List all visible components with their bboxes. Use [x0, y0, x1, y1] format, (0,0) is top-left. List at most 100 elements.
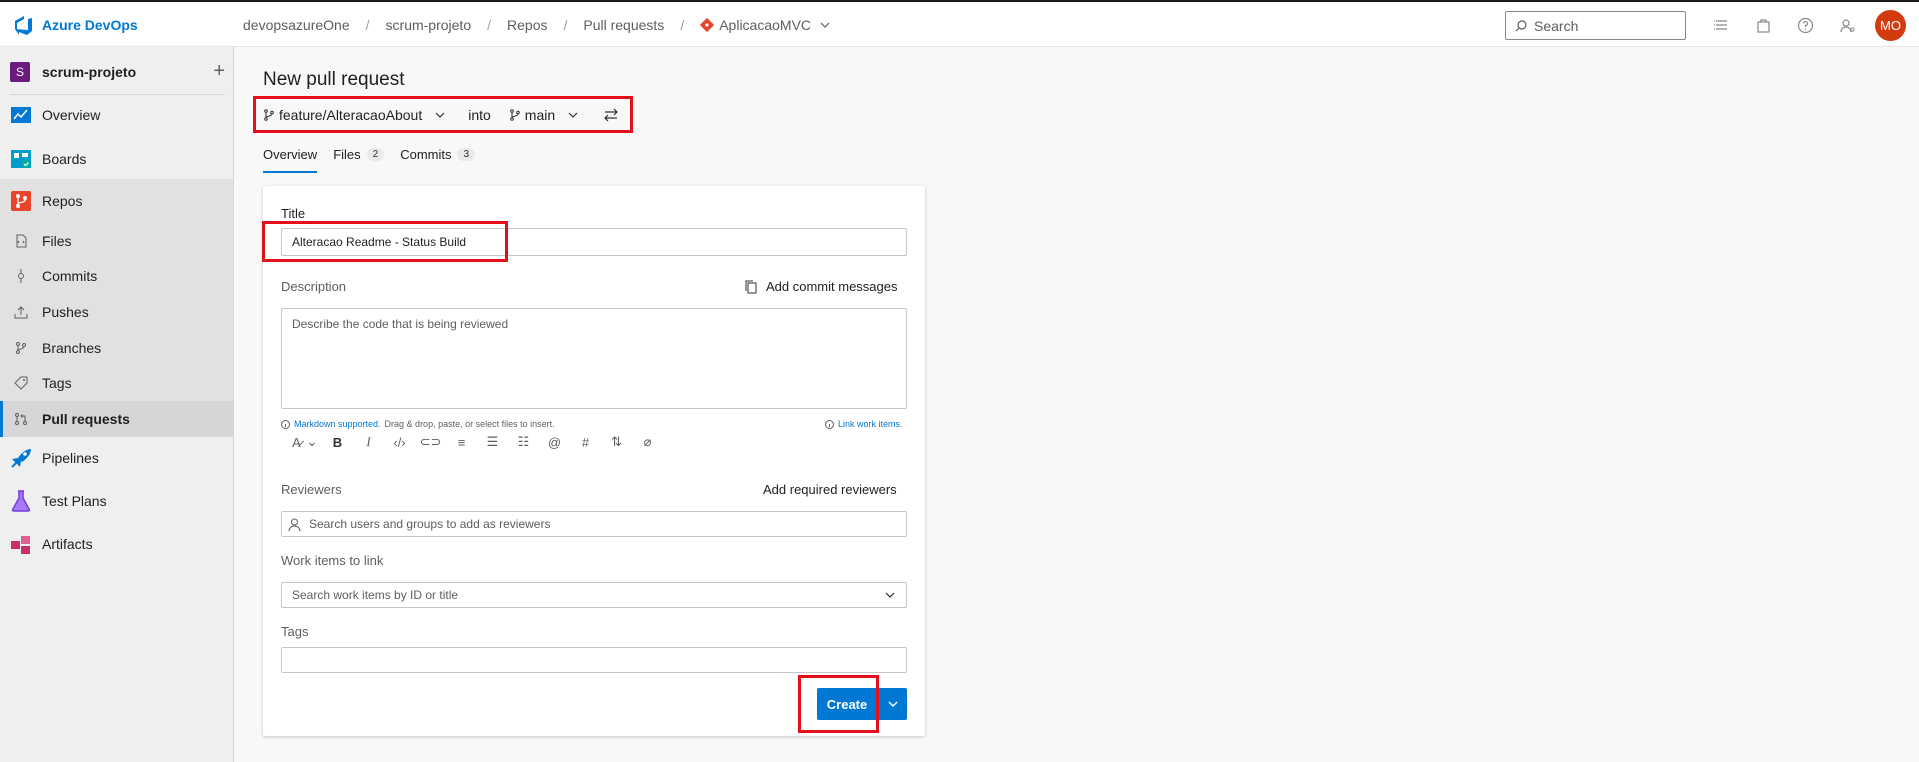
work-items-search-input[interactable]: Search work items by ID or title: [281, 582, 907, 608]
bulleted-list-icon[interactable]: ☰: [477, 434, 508, 450]
pull-request-icon: [15, 413, 27, 425]
breadcrumb-separator: /: [365, 17, 370, 33]
work-items-label: Work items to link: [281, 553, 384, 568]
sidebar-item-pushes[interactable]: Pushes: [0, 294, 234, 330]
code-icon[interactable]: ‹/›: [384, 435, 415, 450]
target-branch-dropdown[interactable]: main: [509, 107, 579, 123]
attachment-icon[interactable]: ⌀: [632, 434, 663, 450]
swap-branches-icon[interactable]: [603, 107, 619, 123]
breadcrumb-project[interactable]: scrum-projeto: [386, 17, 472, 33]
tab-overview[interactable]: Overview: [263, 143, 318, 173]
tag-icon: [14, 376, 28, 390]
add-required-reviewers-label: Add required reviewers: [763, 482, 897, 497]
target-branch-name: main: [524, 107, 556, 123]
source-branch-name: feature/AlteracaoAbout: [279, 107, 423, 123]
breadcrumb-separator: /: [680, 17, 685, 33]
sidebar-item-tags[interactable]: Tags: [0, 365, 234, 401]
sidebar-item-label: Artifacts: [42, 536, 93, 552]
tab-count: 3: [457, 147, 476, 161]
overview-icon: [11, 107, 31, 123]
description-label: Description: [281, 279, 347, 294]
tab-files[interactable]: Files 2: [333, 143, 385, 165]
hashtag-icon[interactable]: #: [570, 435, 601, 450]
list-icon[interactable]: [1713, 17, 1730, 34]
reviewers-search-input[interactable]: Search users and groups to add as review…: [281, 511, 907, 537]
copy-icon: [745, 280, 757, 293]
chevron-down-icon: [568, 112, 578, 118]
top-bar: Azure DevOps devopsazureOne / scrum-proj…: [0, 0, 1919, 47]
chevron-down-icon[interactable]: [819, 19, 831, 31]
title-label: Title: [281, 206, 306, 221]
sidebar-item-pull-requests[interactable]: Pull requests: [0, 401, 234, 437]
commit-icon: [18, 269, 24, 283]
tab-commits[interactable]: Commits 3: [400, 143, 476, 165]
search-input[interactable]: Search: [1505, 11, 1686, 40]
breadcrumb: devopsazureOne / scrum-projeto / Repos /…: [243, 17, 831, 33]
pull-request-link-icon[interactable]: ⇅: [601, 434, 632, 450]
breadcrumb-page[interactable]: Pull requests: [583, 17, 664, 33]
chevron-down-icon[interactable]: ⌄: [302, 434, 322, 450]
sidebar-item-test-plans[interactable]: Test Plans: [0, 483, 234, 519]
tab-label: Overview: [263, 146, 318, 162]
create-options-button[interactable]: [879, 688, 907, 720]
link-icon[interactable]: ⊂⊃: [415, 434, 446, 450]
app-name: Azure DevOps: [42, 17, 138, 33]
description-textarea[interactable]: Describe the code that is being reviewed: [281, 308, 907, 409]
tags-input[interactable]: [281, 647, 907, 673]
sidebar-item-label: Pipelines: [42, 450, 99, 466]
sidebar-item-repos[interactable]: Repos: [0, 183, 234, 219]
chevron-down-icon: [435, 112, 445, 118]
breadcrumb-org[interactable]: devopsazureOne: [243, 17, 350, 33]
sidebar-item-artifacts[interactable]: Artifacts: [0, 526, 234, 562]
sidebar-item-label: Overview: [42, 107, 101, 123]
breadcrumb-repo[interactable]: AplicacaoMVC: [719, 17, 811, 33]
info-icon: [825, 419, 834, 429]
marketplace-icon[interactable]: [1755, 17, 1772, 34]
help-icon[interactable]: [1797, 17, 1814, 34]
chevron-down-icon: [888, 701, 898, 708]
user-settings-icon[interactable]: [1839, 17, 1856, 34]
tags-label: Tags: [281, 624, 309, 639]
sidebar-item-branches[interactable]: Branches: [0, 330, 234, 366]
chevron-down-icon[interactable]: [884, 589, 896, 601]
sidebar-item-label: Tags: [42, 375, 72, 391]
info-icon: [281, 419, 290, 429]
markdown-supported-link[interactable]: Markdown supported.: [294, 419, 381, 429]
add-required-reviewers-button[interactable]: Add required reviewers: [763, 482, 897, 497]
repos-icon: [11, 191, 31, 211]
add-icon[interactable]: +: [213, 60, 225, 83]
create-button[interactable]: Create: [817, 688, 877, 720]
sidebar-item-pipelines[interactable]: Pipelines: [0, 440, 234, 476]
reviewers-placeholder: Search users and groups to add as review…: [309, 517, 551, 531]
avatar[interactable]: MO: [1875, 10, 1906, 41]
git-repo-icon: [700, 18, 715, 32]
branch-icon: [264, 109, 274, 121]
file-icon: [16, 234, 27, 248]
search-placeholder: Search: [1534, 17, 1579, 34]
link-work-items-hint: Link work items.: [825, 419, 903, 429]
sidebar-item-label: Files: [42, 233, 72, 249]
sidebar-item-overview[interactable]: Overview: [0, 97, 234, 133]
sidebar-item-boards[interactable]: Boards: [0, 141, 234, 177]
tab-label: Files: [333, 146, 361, 162]
link-work-items-link[interactable]: Link work items.: [838, 419, 903, 429]
sidebar-item-commits[interactable]: Commits: [0, 258, 234, 294]
breadcrumb-section[interactable]: Repos: [507, 17, 547, 33]
azure-devops-logo[interactable]: Azure DevOps: [12, 14, 138, 36]
tab-count: 2: [366, 147, 385, 161]
bold-icon[interactable]: B: [322, 435, 353, 450]
align-icon[interactable]: ≡: [446, 435, 477, 450]
sidebar-item-files[interactable]: Files: [0, 223, 234, 259]
italic-icon[interactable]: I: [353, 434, 384, 450]
sidebar-item-label: Pull requests: [42, 411, 130, 427]
project-header[interactable]: S scrum-projeto +: [10, 57, 225, 95]
markdown-hint: Markdown supported. Drag & drop, paste, …: [281, 419, 555, 429]
work-items-placeholder: Search work items by ID or title: [292, 588, 459, 602]
source-branch-dropdown[interactable]: feature/AlteracaoAbout: [263, 107, 446, 123]
add-commit-messages-button[interactable]: Add commit messages: [744, 279, 898, 294]
mention-icon[interactable]: @: [539, 435, 570, 450]
sidebar: S scrum-projeto + Overview Boards Repos …: [0, 47, 234, 762]
numbered-list-icon[interactable]: ☷: [508, 434, 539, 450]
title-input[interactable]: Alteracao Readme - Status Build: [281, 228, 907, 256]
sidebar-item-label: Pushes: [42, 304, 89, 320]
